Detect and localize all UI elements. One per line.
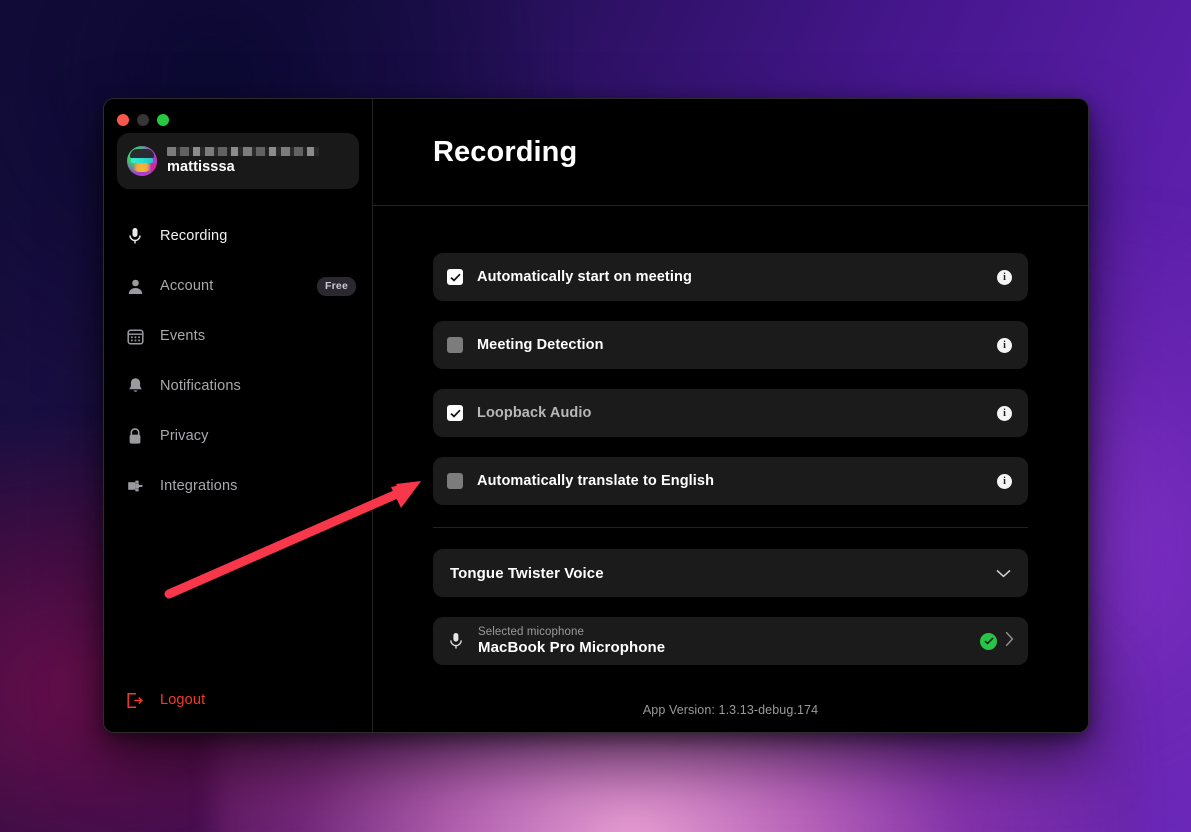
lock-icon	[126, 427, 144, 445]
plan-badge: Free	[317, 276, 356, 296]
sidebar-item-account[interactable]: Account Free	[104, 261, 372, 311]
sidebar-item-label: Integrations	[160, 478, 238, 494]
account-text: mattisssa	[167, 147, 319, 175]
info-icon[interactable]: i	[997, 269, 1012, 285]
avatar	[127, 146, 157, 176]
app-window: mattisssa Recording Account Free Events …	[103, 98, 1089, 733]
setting-row-auto-translate[interactable]: Automatically translate to English i	[433, 457, 1028, 505]
section-divider	[433, 527, 1028, 528]
microphone-caption: Selected micophone	[478, 626, 585, 638]
logout-label: Logout	[160, 692, 206, 708]
main-body: Automatically start on meeting i Meeting…	[373, 206, 1088, 732]
close-window-button[interactable]	[117, 114, 129, 126]
plug-icon	[126, 477, 144, 495]
logout-button[interactable]: Logout	[104, 668, 372, 732]
setting-label: Meeting Detection	[477, 337, 604, 353]
setting-row-meeting-detection[interactable]: Meeting Detection i	[433, 321, 1028, 369]
checkbox-auto-translate[interactable]	[447, 473, 463, 489]
microphone-icon	[126, 227, 144, 245]
setting-label: Loopback Audio	[477, 405, 592, 421]
avatar-glasses	[131, 158, 153, 163]
chevron-down-icon[interactable]	[996, 569, 1011, 578]
checkbox-auto-start[interactable]	[447, 269, 463, 285]
page-title: Recording	[433, 135, 578, 168]
sidebar-item-events[interactable]: Events	[104, 311, 372, 361]
setting-row-auto-start[interactable]: Automatically start on meeting i	[433, 253, 1028, 301]
info-icon[interactable]: i	[997, 405, 1012, 421]
maximize-window-button[interactable]	[157, 114, 169, 126]
account-card[interactable]: mattisssa	[117, 133, 359, 189]
voice-select-value: Tongue Twister Voice	[450, 564, 604, 582]
checkbox-loopback-audio[interactable]	[447, 405, 463, 421]
bell-icon	[126, 377, 144, 395]
sidebar-item-label: Notifications	[160, 378, 241, 394]
redacted-email	[167, 147, 319, 156]
sidebar-item-label: Recording	[160, 228, 228, 244]
sidebar-item-integrations[interactable]: Integrations	[104, 461, 372, 511]
person-icon	[126, 277, 144, 295]
microphone-icon	[449, 632, 464, 651]
calendar-icon	[126, 327, 144, 345]
setting-label: Automatically start on meeting	[477, 269, 692, 285]
sidebar-item-notifications[interactable]: Notifications	[104, 361, 372, 411]
sidebar-item-recording[interactable]: Recording	[104, 211, 372, 261]
voice-select[interactable]: Tongue Twister Voice	[433, 549, 1028, 597]
app-version-label: App Version: 1.3.13-debug.174	[642, 703, 819, 717]
logout-icon	[126, 691, 144, 709]
setting-label: Automatically translate to English	[477, 473, 715, 489]
window-controls	[104, 99, 372, 129]
microphone-text: Selected micophone MacBook Pro Microphon…	[478, 626, 665, 656]
sidebar-item-label: Events	[160, 328, 206, 344]
chevron-right-icon[interactable]	[1005, 631, 1014, 652]
sidebar-item-privacy[interactable]: Privacy	[104, 411, 372, 461]
microphone-selector-row[interactable]: Selected micophone MacBook Pro Microphon…	[433, 617, 1028, 665]
setting-row-loopback-audio[interactable]: Loopback Audio i	[433, 389, 1028, 437]
info-icon[interactable]: i	[997, 473, 1012, 489]
green-check-icon	[980, 632, 997, 650]
minimize-window-button[interactable]	[137, 114, 149, 126]
microphone-name: MacBook Pro Microphone	[478, 639, 666, 656]
main-panel: Recording Automatically start on meeting…	[373, 99, 1088, 732]
account-username: mattisssa	[167, 159, 235, 175]
sidebar-item-label: Privacy	[160, 428, 209, 444]
checkbox-meeting-detection[interactable]	[447, 337, 463, 353]
sidebar: mattisssa Recording Account Free Events …	[104, 99, 373, 732]
sidebar-item-label: Account	[160, 278, 214, 294]
avatar-hair	[130, 149, 154, 158]
avatar-badge	[151, 163, 157, 172]
sidebar-nav: Recording Account Free Events Notificati…	[104, 211, 372, 511]
main-header: Recording	[373, 99, 1088, 206]
info-icon[interactable]: i	[997, 337, 1012, 353]
microphone-status	[980, 631, 1014, 652]
